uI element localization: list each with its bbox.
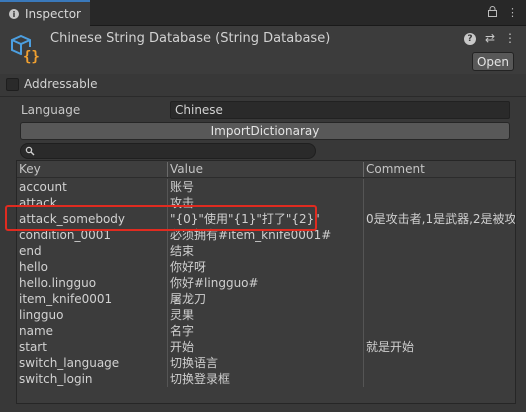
row-key[interactable]: item_knife0001 <box>19 291 165 307</box>
table-row[interactable]: start 开始 就是开始 <box>17 339 515 355</box>
string-table: Key Value Comment account 账号 attack 攻击 a… <box>16 160 516 404</box>
table-row[interactable]: item_knife0001 屠龙刀 <box>17 291 515 307</box>
row-key[interactable]: end <box>19 243 165 259</box>
table-row[interactable]: name 名字 <box>17 323 515 339</box>
row-key[interactable]: attack_somebody <box>19 211 165 227</box>
table-row[interactable]: switch_login 切换登录框 <box>17 371 515 387</box>
import-dictionary-button[interactable]: ImportDictionaray <box>20 122 510 140</box>
table-row[interactable]: hello 你好呀 <box>17 259 515 275</box>
row-value[interactable]: 你好#lingguo# <box>167 275 361 291</box>
row-key[interactable]: lingguo <box>19 307 165 323</box>
table-row[interactable]: end 结束 <box>17 243 515 259</box>
row-value[interactable]: 账号 <box>167 179 361 195</box>
language-field[interactable]: Chinese <box>170 101 510 119</box>
language-label: Language <box>21 103 81 117</box>
row-comment[interactable] <box>363 243 515 259</box>
row-key[interactable]: switch_login <box>19 371 165 387</box>
row-key[interactable]: switch_language <box>19 355 165 371</box>
row-comment[interactable] <box>363 227 515 243</box>
column-header-comment[interactable]: Comment <box>363 162 425 177</box>
row-value[interactable]: 开始 <box>167 339 361 355</box>
presets-icon[interactable]: ⇄ <box>485 31 495 45</box>
table-row[interactable]: hello.lingguo 你好#lingguo# <box>17 275 515 291</box>
help-icon[interactable]: ? <box>463 33 476 45</box>
row-key[interactable]: condition_0001 <box>19 227 165 243</box>
open-button[interactable]: Open <box>472 52 514 71</box>
header-icons: ? ⇄ ⋮ <box>463 31 516 45</box>
more-menu-icon[interactable]: ⋮ <box>507 6 518 20</box>
table-row[interactable]: lingguo 灵果 <box>17 307 515 323</box>
tab-label: Inspector <box>25 7 81 21</box>
search-icon <box>25 146 35 156</box>
inspector-window: i Inspector ⋮ {} Chinese String Database… <box>0 0 526 412</box>
row-value[interactable]: 必须拥有#item_knife0001# <box>167 227 361 243</box>
addressable-checkbox[interactable] <box>6 77 19 91</box>
table-row[interactable]: switch_language 切换语言 <box>17 355 515 371</box>
row-comment[interactable] <box>363 323 515 339</box>
lock-icon[interactable] <box>488 6 497 20</box>
row-comment[interactable] <box>363 371 515 387</box>
row-value[interactable]: 结束 <box>167 243 361 259</box>
row-key[interactable]: account <box>19 179 165 195</box>
column-header-value[interactable]: Value <box>167 162 203 177</box>
row-value[interactable]: 切换登录框 <box>167 371 361 387</box>
row-key[interactable]: attack <box>19 195 165 211</box>
row-key[interactable]: hello.lingguo <box>19 275 165 291</box>
row-value[interactable]: 你好呀 <box>167 259 361 275</box>
tab-bar: i Inspector ⋮ <box>0 0 526 26</box>
row-value[interactable]: 名字 <box>167 323 361 339</box>
more-icon[interactable]: ⋮ <box>504 31 516 45</box>
table-row[interactable]: condition_0001 必须拥有#item_knife0001# <box>17 227 515 243</box>
row-comment[interactable]: 0是攻击者,1是武器,2是被攻 <box>363 211 515 227</box>
string-database-icon: {} <box>11 34 40 65</box>
tab-inspector[interactable]: i Inspector <box>0 0 90 26</box>
row-value[interactable]: 切换语言 <box>167 355 361 371</box>
row-comment[interactable] <box>363 307 515 323</box>
row-comment[interactable] <box>363 259 515 275</box>
divider <box>0 96 526 97</box>
row-value[interactable]: "{0}"使用"{1}"打了"{2}" <box>167 211 361 227</box>
asset-title: Chinese String Database (String Database… <box>50 31 331 46</box>
tab-actions: ⋮ <box>488 6 518 20</box>
row-value[interactable]: 屠龙刀 <box>167 291 361 307</box>
table-row[interactable]: attack_somebody "{0}"使用"{1}"打了"{2}" 0是攻击… <box>17 211 515 227</box>
info-icon: i <box>9 9 19 19</box>
search-input[interactable] <box>20 143 316 159</box>
table-header: Key Value Comment <box>17 161 515 178</box>
row-value[interactable]: 攻击 <box>167 195 361 211</box>
svg-text:{}: {} <box>23 49 40 65</box>
row-key[interactable]: start <box>19 339 165 355</box>
row-comment[interactable] <box>363 291 515 307</box>
table-body: account 账号 attack 攻击 attack_somebody "{0… <box>17 179 515 387</box>
row-key[interactable]: name <box>19 323 165 339</box>
row-key[interactable]: hello <box>19 259 165 275</box>
row-comment[interactable]: 就是开始 <box>363 339 515 355</box>
row-value[interactable]: 灵果 <box>167 307 361 323</box>
row-comment[interactable] <box>363 195 515 211</box>
table-row[interactable]: attack 攻击 <box>17 195 515 211</box>
row-comment[interactable] <box>363 355 515 371</box>
row-comment[interactable] <box>363 275 515 291</box>
column-header-key[interactable]: Key <box>19 162 41 177</box>
addressable-row: Addressable <box>0 74 526 94</box>
row-comment[interactable] <box>363 179 515 195</box>
addressable-label: Addressable <box>24 77 98 91</box>
asset-header: {} Chinese String Database (String Datab… <box>0 26 526 74</box>
table-row[interactable]: account 账号 <box>17 179 515 195</box>
